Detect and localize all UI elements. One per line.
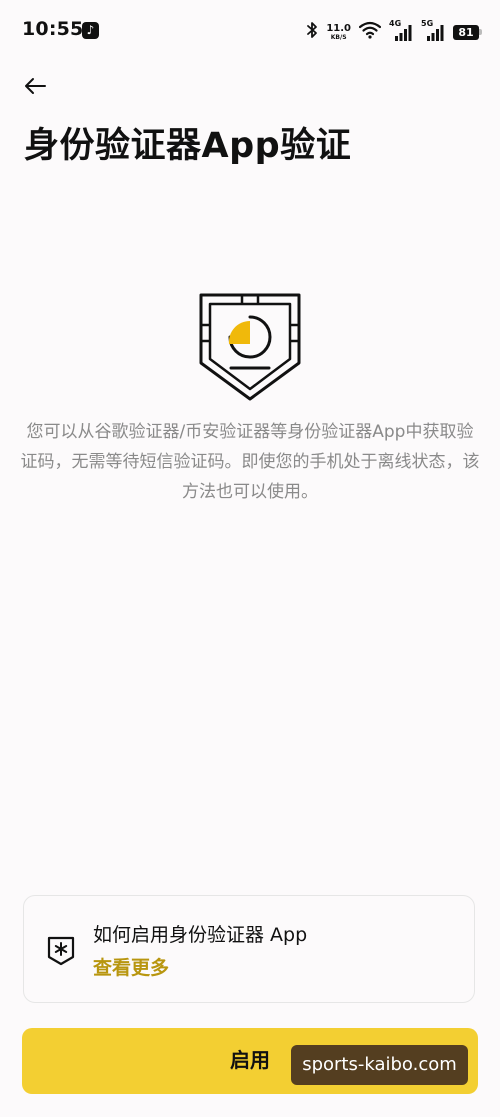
wifi-icon bbox=[358, 21, 382, 43]
authenticator-badge-icon bbox=[47, 936, 75, 966]
arrow-left-icon bbox=[25, 78, 46, 94]
battery-level: 81 bbox=[453, 24, 479, 40]
cellular-signal-2-icon: 5G bbox=[421, 20, 445, 42]
back-button[interactable] bbox=[20, 72, 50, 100]
authenticator-shield-icon bbox=[197, 291, 303, 403]
network-speed: 11.0 KB/S bbox=[326, 22, 351, 41]
view-more-link[interactable]: 查看更多 bbox=[93, 953, 169, 980]
page-title: 身份验证器App验证 bbox=[24, 126, 352, 166]
status-bar: 10:55 ♪ 11.0 KB/S 4G 5G 81 bbox=[0, 0, 500, 64]
how-to-enable-card[interactable]: 如何启用身份验证器 App 查看更多 bbox=[23, 895, 475, 1003]
bluetooth-icon bbox=[306, 21, 318, 43]
cellular-signal-1-icon: 4G bbox=[389, 20, 413, 42]
help-card-title: 如何启用身份验证器 App bbox=[93, 924, 308, 946]
battery-icon: 81 bbox=[453, 24, 482, 40]
status-time: 10:55 bbox=[22, 18, 84, 40]
status-icons: 11.0 KB/S 4G 5G 81 bbox=[306, 18, 482, 46]
tiktok-notification-icon: ♪ bbox=[82, 22, 99, 39]
description-text: 您可以从谷歌验证器/币安验证器等身份验证器App中获取验证码，无需等待短信验证码… bbox=[20, 422, 480, 502]
watermark: sports-kaibo.com bbox=[291, 1045, 468, 1085]
